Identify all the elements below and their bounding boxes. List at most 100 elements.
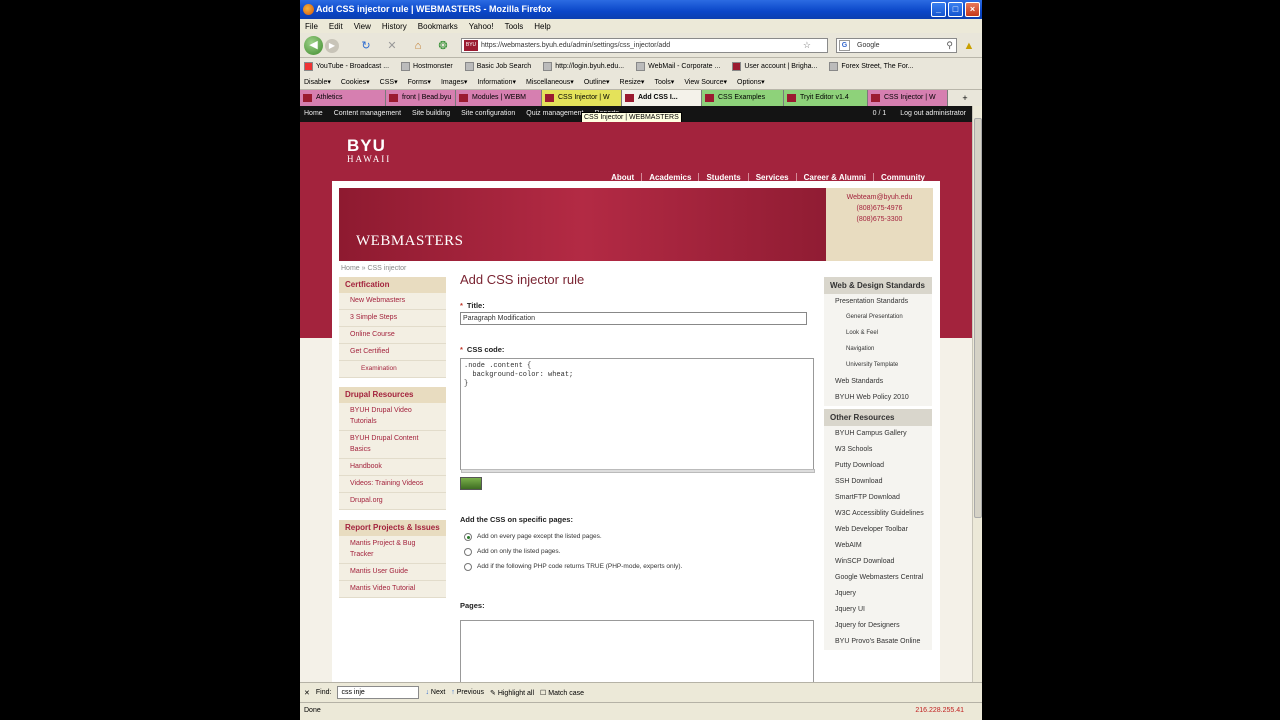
link-presentation-standards[interactable]: Presentation Standards — [824, 294, 932, 310]
webdev-disable[interactable]: Disable▾ — [304, 78, 331, 86]
link-putty[interactable]: Putty Download — [824, 458, 932, 474]
close-button[interactable]: × — [965, 2, 980, 17]
link-byu-provo[interactable]: BYU Provo's Basate Online — [824, 634, 932, 650]
bookmark-youtube[interactable]: YouTube - Broadcast ... — [304, 61, 389, 71]
link-smartftp[interactable]: SmartFTP Download — [824, 490, 932, 506]
link-get-certified[interactable]: Get Certified — [339, 344, 446, 361]
bookmark-forex[interactable]: Forex Street, The For... — [829, 61, 914, 71]
link-mantis-tracker[interactable]: Mantis Project & Bug Tracker — [339, 536, 446, 564]
search-bar[interactable]: G Google ⚲ — [836, 38, 957, 53]
find-next-button[interactable]: ↓ Next — [425, 689, 445, 696]
admin-site-building[interactable]: Site building — [412, 106, 450, 122]
menu-file[interactable]: File — [305, 22, 318, 31]
menu-tools[interactable]: Tools — [505, 22, 524, 31]
link-general-presentation[interactable]: General Presentation — [824, 310, 932, 326]
extension-icon[interactable]: ▲ — [962, 39, 976, 53]
admin-content-management[interactable]: Content management — [334, 106, 401, 122]
admin-home[interactable]: Home — [304, 106, 323, 122]
stop-icon[interactable]: ✕ — [385, 39, 399, 53]
bookmark-star-icon[interactable]: ☆ — [803, 39, 811, 52]
bookmark-job-search[interactable]: Basic Job Search — [464, 61, 531, 71]
new-tab-button[interactable]: + — [948, 90, 982, 106]
bookmark-webmail[interactable]: WebMail - Corporate ... — [636, 61, 720, 71]
bookmark-hostmonster[interactable]: Hostmonster — [401, 61, 453, 71]
addon-icon[interactable]: ❂ — [436, 39, 450, 53]
link-online-course[interactable]: Online Course — [339, 327, 446, 344]
menu-view[interactable]: View — [354, 22, 371, 31]
admin-quiz-management[interactable]: Quiz management — [526, 106, 583, 122]
maximize-button[interactable]: □ — [948, 2, 963, 17]
menu-bookmarks[interactable]: Bookmarks — [418, 22, 458, 31]
webdev-miscellaneous[interactable]: Miscellaneous▾ — [526, 78, 574, 86]
tab-css-injector[interactable]: CSS Injector | W — [542, 90, 622, 106]
tab-css-examples[interactable]: CSS Examples — [702, 90, 784, 106]
link-web-policy[interactable]: BYUH Web Policy 2010 — [824, 390, 932, 406]
link-jquery-ui[interactable]: Jquery UI — [824, 602, 932, 618]
link-webaim[interactable]: WebAIM — [824, 538, 932, 554]
link-web-standards[interactable]: Web Standards — [824, 374, 932, 390]
css-code-textarea[interactable]: .node .content { background-color: wheat… — [460, 358, 815, 473]
link-web-developer-toolbar[interactable]: Web Developer Toolbar — [824, 522, 932, 538]
admin-logout[interactable]: Log out administrator — [900, 106, 966, 122]
match-case-checkbox[interactable]: ☐ Match case — [540, 689, 584, 697]
link-drupal-org[interactable]: Drupal.org — [339, 493, 446, 510]
contact-email[interactable]: Webteam@byuh.edu — [826, 192, 933, 203]
radio-php-mode[interactable]: Add if the following PHP code returns TR… — [464, 559, 682, 574]
breadcrumb[interactable]: Home » CSS injector — [341, 265, 406, 272]
link-3-simple-steps[interactable]: 3 Simple Steps — [339, 310, 446, 327]
back-button[interactable]: ◀ — [304, 36, 323, 55]
tab-tryit-editor[interactable]: Tryit Editor v1.4 — [784, 90, 868, 106]
link-drupal-content-basics[interactable]: BYUH Drupal Content Basics — [339, 431, 446, 459]
link-ssh[interactable]: SSH Download — [824, 474, 932, 490]
close-find-icon[interactable]: ✕ — [304, 689, 310, 697]
webdev-options[interactable]: Options▾ — [737, 78, 765, 86]
menu-help[interactable]: Help — [534, 22, 550, 31]
tab-modules[interactable]: Modules | WEBM — [456, 90, 542, 106]
webdev-css[interactable]: CSS▾ — [380, 78, 398, 86]
url-bar[interactable]: BYU https://webmasters.byuh.edu/admin/se… — [461, 38, 828, 53]
radio-except-listed[interactable]: Add on every page except the listed page… — [464, 529, 682, 544]
radio-button[interactable] — [464, 547, 472, 556]
pages-textarea[interactable] — [460, 620, 814, 682]
link-jquery[interactable]: Jquery — [824, 586, 932, 602]
link-examination[interactable]: Examination — [339, 361, 446, 378]
bookmark-user-account[interactable]: User account | Brigha... — [732, 61, 817, 71]
link-navigation[interactable]: Navigation — [824, 342, 932, 358]
link-google-webmasters[interactable]: Google Webmasters Central — [824, 570, 932, 586]
webdev-cookies[interactable]: Cookies▾ — [341, 78, 370, 86]
home-icon[interactable]: ⌂ — [411, 39, 425, 53]
link-mantis-guide[interactable]: Mantis User Guide — [339, 564, 446, 581]
webdev-tools[interactable]: Tools▾ — [654, 78, 674, 86]
radio-button[interactable] — [464, 532, 472, 541]
tab-css-injector-2[interactable]: CSS Injector | W — [868, 90, 948, 106]
link-w3c-accessibility[interactable]: W3C Accessiblity Guidelines — [824, 506, 932, 522]
link-university-template[interactable]: University Template — [824, 358, 932, 374]
link-training-videos[interactable]: Videos: Training Videos — [339, 476, 446, 493]
menu-history[interactable]: History — [382, 22, 407, 31]
menu-yahoo[interactable]: Yahoo! — [469, 22, 494, 31]
find-previous-button[interactable]: ↑ Previous — [451, 689, 484, 696]
bookmark-login[interactable]: http://login.byuh.edu... — [543, 61, 624, 71]
link-look-feel[interactable]: Look & Feel — [824, 326, 932, 342]
radio-button[interactable] — [464, 562, 472, 571]
link-jquery-designers[interactable]: Jquery for Designers — [824, 618, 932, 634]
radio-only-listed[interactable]: Add on only the listed pages. — [464, 544, 682, 559]
textarea-resize-grip[interactable] — [461, 469, 815, 473]
link-new-webmasters[interactable]: New Webmasters — [339, 293, 446, 310]
menu-edit[interactable]: Edit — [329, 22, 343, 31]
link-drupal-video-tutorials[interactable]: BYUH Drupal Video Tutorials — [339, 403, 446, 431]
link-campus-gallery[interactable]: BYUH Campus Gallery — [824, 426, 932, 442]
editor-toggle-icon[interactable] — [460, 477, 482, 490]
link-handbook[interactable]: Handbook — [339, 459, 446, 476]
minimize-button[interactable]: _ — [931, 2, 946, 17]
reload-icon[interactable]: ↻ — [359, 39, 373, 53]
highlight-all-button[interactable]: ✎ Highlight all — [490, 689, 534, 697]
webdev-information[interactable]: Information▾ — [477, 78, 516, 86]
tab-add-css[interactable]: Add CSS I... — [622, 90, 702, 106]
search-icon[interactable]: ⚲ — [946, 39, 953, 52]
webdev-resize[interactable]: Resize▾ — [620, 78, 645, 86]
byu-hawaii-logo[interactable]: BYU HAWAII — [347, 137, 391, 164]
link-w3-schools[interactable]: W3 Schools — [824, 442, 932, 458]
forward-button[interactable]: ▶ — [325, 39, 339, 53]
vertical-scrollbar[interactable] — [972, 106, 982, 682]
